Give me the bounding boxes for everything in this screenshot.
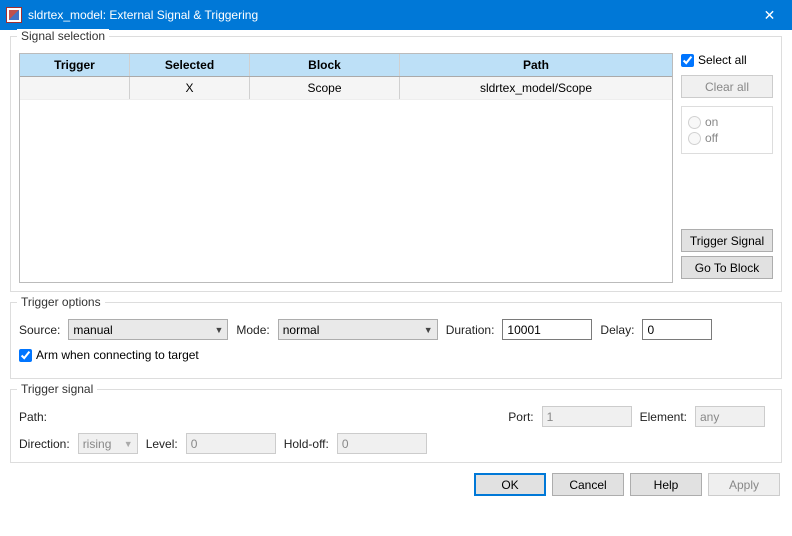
trigger-signal-legend: Trigger signal xyxy=(17,382,97,396)
th-trigger: Trigger xyxy=(20,54,130,76)
source-dropdown[interactable]: manual ▼ xyxy=(68,319,228,340)
port-label: Port: xyxy=(508,410,533,424)
radio-off-input[interactable] xyxy=(688,132,701,145)
radio-off-label: off xyxy=(705,131,718,145)
duration-input[interactable]: 10001 xyxy=(502,319,592,340)
duration-label: Duration: xyxy=(446,323,495,337)
delay-input[interactable]: 0 xyxy=(642,319,712,340)
element-input: any xyxy=(695,406,765,427)
cancel-button[interactable]: Cancel xyxy=(552,473,624,496)
direction-label: Direction: xyxy=(19,437,70,451)
trigger-options-group: Trigger options Source: manual ▼ Mode: n… xyxy=(10,302,782,379)
cell-trigger xyxy=(20,77,130,99)
delay-label: Delay: xyxy=(600,323,634,337)
on-off-radio-group: on off xyxy=(681,106,773,154)
radio-on[interactable]: on xyxy=(688,115,766,129)
table-row[interactable]: X Scope sldrtex_model/Scope xyxy=(20,77,672,100)
mode-dropdown[interactable]: normal ▼ xyxy=(278,319,438,340)
trigger-signal-button[interactable]: Trigger Signal xyxy=(681,229,773,252)
trigger-options-legend: Trigger options xyxy=(17,295,105,309)
th-path: Path xyxy=(400,54,672,76)
cell-selected: X xyxy=(130,77,250,99)
th-selected: Selected xyxy=(130,54,250,76)
clear-all-button[interactable]: Clear all xyxy=(681,75,773,98)
cell-block: Scope xyxy=(250,77,400,99)
arm-label: Arm when connecting to target xyxy=(36,348,199,362)
signal-selection-legend: Signal selection xyxy=(17,29,109,43)
go-to-block-button[interactable]: Go To Block xyxy=(681,256,773,279)
select-all-label: Select all xyxy=(698,53,747,67)
cell-path: sldrtex_model/Scope xyxy=(400,77,672,99)
trigger-signal-group: Trigger signal Path: Port: 1 Element: an… xyxy=(10,389,782,463)
th-block: Block xyxy=(250,54,400,76)
direction-dropdown: rising ▼ xyxy=(78,433,138,454)
title-bar: sldrtex_model: External Signal & Trigger… xyxy=(0,0,792,30)
element-label: Element: xyxy=(640,410,687,424)
apply-button: Apply xyxy=(708,473,780,496)
port-input: 1 xyxy=(542,406,632,427)
signal-selection-group: Signal selection Trigger Selected Block … xyxy=(10,36,782,292)
help-button[interactable]: Help xyxy=(630,473,702,496)
holdoff-label: Hold-off: xyxy=(284,437,329,451)
radio-on-label: on xyxy=(705,115,718,129)
chevron-down-icon: ▼ xyxy=(208,325,223,335)
source-value: manual xyxy=(73,323,112,337)
close-icon[interactable]: ✕ xyxy=(747,0,792,30)
select-all-checkbox[interactable]: Select all xyxy=(681,53,773,67)
radio-on-input[interactable] xyxy=(688,116,701,129)
direction-value: rising xyxy=(83,437,112,451)
chevron-down-icon: ▼ xyxy=(118,439,133,449)
window-title: sldrtex_model: External Signal & Trigger… xyxy=(28,8,747,22)
select-all-input[interactable] xyxy=(681,54,694,67)
radio-off[interactable]: off xyxy=(688,131,766,145)
signal-table[interactable]: Trigger Selected Block Path X Scope sldr… xyxy=(19,53,673,283)
holdoff-input: 0 xyxy=(337,433,427,454)
mode-value: normal xyxy=(283,323,320,337)
dialog-button-row: OK Cancel Help Apply xyxy=(10,473,782,496)
arm-input[interactable] xyxy=(19,349,32,362)
source-label: Source: xyxy=(19,323,60,337)
mode-label: Mode: xyxy=(236,323,269,337)
level-label: Level: xyxy=(146,437,178,451)
chevron-down-icon: ▼ xyxy=(418,325,433,335)
table-header-row: Trigger Selected Block Path xyxy=(20,54,672,77)
app-icon xyxy=(6,7,22,23)
path-label: Path: xyxy=(19,410,69,424)
ok-button[interactable]: OK xyxy=(474,473,546,496)
arm-checkbox[interactable]: Arm when connecting to target xyxy=(19,348,773,362)
level-input: 0 xyxy=(186,433,276,454)
